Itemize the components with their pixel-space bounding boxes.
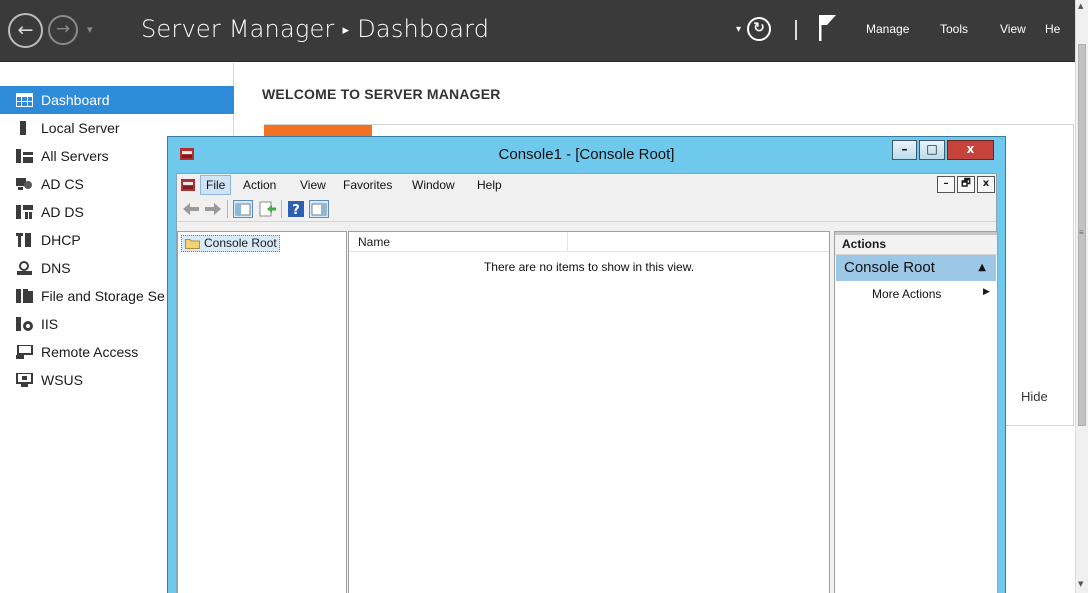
forward-icon[interactable] xyxy=(204,200,222,218)
sidebar-item-label: File and Storage Se xyxy=(41,288,165,304)
storage-icon xyxy=(16,289,33,303)
collapse-arrow-icon[interactable]: ▲ xyxy=(978,255,986,281)
submenu-arrow-icon[interactable]: ▶ xyxy=(983,287,990,297)
forward-arrow-icon[interactable]: → xyxy=(48,15,78,45)
sidebar-item-label: All Servers xyxy=(41,148,109,164)
maximize-button[interactable]: □ xyxy=(919,140,945,160)
child-restore-button[interactable]: 🗗 xyxy=(957,176,975,193)
scroll-down-arrow-icon[interactable]: ▼ xyxy=(1078,580,1083,588)
close-button[interactable]: x xyxy=(947,140,994,160)
sidebar-item-label: Local Server xyxy=(41,120,120,136)
child-window-controls: – 🗗 x xyxy=(937,176,997,194)
console-results-pane[interactable]: Name There are no items to show in this … xyxy=(348,231,830,593)
export-list-icon[interactable] xyxy=(259,200,277,218)
sidebar-item-label: DHCP xyxy=(41,232,81,248)
refresh-dropdown-icon[interactable]: ▾ xyxy=(736,24,741,35)
menu-favorites[interactable]: Favorites xyxy=(343,178,392,192)
list-header: Name xyxy=(349,232,829,252)
menu-view[interactable]: View xyxy=(1000,22,1026,36)
column-header-name[interactable]: Name xyxy=(349,232,568,252)
back-arrow-icon[interactable]: ← xyxy=(8,13,43,48)
child-close-button[interactable]: x xyxy=(977,176,995,193)
minimize-button[interactable]: – xyxy=(892,140,917,160)
menu-action[interactable]: Action xyxy=(243,178,276,192)
menu-window[interactable]: Window xyxy=(412,178,455,192)
dhcp-icon xyxy=(16,233,31,247)
dns-icon xyxy=(17,261,32,275)
scrollbar-grip-icon: ≡ xyxy=(1079,228,1084,237)
refresh-dropdown-glyph: ▾ xyxy=(736,24,742,35)
console-menubar: File Action View Favorites Window Help –… xyxy=(177,174,996,196)
refresh-icon[interactable]: ↻ xyxy=(747,17,771,41)
dashboard-grid-icon xyxy=(16,93,33,107)
page-scrollbar[interactable]: ▲ ≡ ▼ xyxy=(1075,0,1088,593)
refresh-glyph: ↻ xyxy=(753,20,765,36)
console-toolbar: ? xyxy=(177,196,996,222)
server-icon xyxy=(20,121,26,135)
help-icon[interactable]: ? xyxy=(287,200,305,218)
menu-manage[interactable]: Manage xyxy=(866,22,909,36)
console-title: Console1 - [Console Root] xyxy=(498,146,675,163)
more-actions-item[interactable]: More Actions xyxy=(872,287,941,301)
history-dropdown-glyph: ▾ xyxy=(87,23,93,36)
breadcrumb-server-manager[interactable]: Server Manager xyxy=(141,15,335,43)
menu-help[interactable]: He xyxy=(1045,22,1060,36)
tree-node-label: Console Root xyxy=(204,236,277,250)
forward-glyph: → xyxy=(55,19,71,39)
console-window: Console1 - [Console Root] – □ x File Act… xyxy=(167,136,1006,593)
sidebar-item-label: Dashboard xyxy=(41,92,110,108)
header-divider xyxy=(795,20,797,40)
iis-icon xyxy=(16,317,33,331)
directory-services-icon xyxy=(16,205,33,219)
actions-pane: Actions Console Root ▲ More Actions ▶ xyxy=(834,231,998,593)
sidebar-item-label: AD DS xyxy=(41,204,84,220)
menu-file[interactable]: File xyxy=(200,175,232,195)
menu-help[interactable]: Help xyxy=(477,178,502,192)
console-tree-pane[interactable]: Console Root xyxy=(177,231,347,593)
sidebar-item-label: Remote Access xyxy=(41,344,139,360)
scroll-up-arrow-icon[interactable]: ▲ xyxy=(1078,2,1083,10)
notifications-flag-icon[interactable] xyxy=(818,14,838,42)
tree-node-console-root[interactable]: Console Root xyxy=(181,235,280,252)
server-manager-header: ← → ▾ Server Manager ▸ Dashboard ▾ ↻ Manag… xyxy=(0,0,1088,62)
breadcrumb-dashboard: Dashboard xyxy=(357,15,490,43)
remote-access-icon xyxy=(16,345,33,359)
servers-icon xyxy=(16,149,33,163)
toolbar-separator xyxy=(227,200,228,218)
actions-group-label: Console Root xyxy=(844,259,935,276)
actions-group-console-root[interactable]: Console Root ▲ xyxy=(836,255,996,281)
empty-list-message: There are no items to show in this view. xyxy=(483,260,695,274)
back-glyph: ← xyxy=(17,19,34,41)
svg-text:?: ? xyxy=(292,203,300,218)
show-action-pane-icon[interactable] xyxy=(309,200,329,218)
hide-link[interactable]: Hide xyxy=(1021,389,1048,404)
console-titlebar[interactable]: Console1 - [Console Root] – □ x xyxy=(168,137,1005,173)
sidebar-item-label: DNS xyxy=(41,260,71,276)
sidebar-item-label: IIS xyxy=(41,316,59,332)
breadcrumb-separator-icon: ▸ xyxy=(342,23,350,38)
folder-icon xyxy=(185,239,200,249)
sidebar-item-dashboard[interactable]: Dashboard xyxy=(0,86,234,114)
back-icon[interactable] xyxy=(182,200,200,218)
console-system-menu-icon[interactable] xyxy=(180,177,196,193)
breadcrumb: Server Manager ▸ Dashboard xyxy=(141,15,489,43)
toolbar-separator xyxy=(281,200,282,218)
sidebar-item-label: AD CS xyxy=(41,176,84,192)
actions-pane-title: Actions xyxy=(835,232,997,255)
history-dropdown-icon[interactable]: ▾ xyxy=(87,23,93,36)
child-minimize-button[interactable]: – xyxy=(937,176,955,193)
menu-view[interactable]: View xyxy=(300,178,326,192)
menu-tools[interactable]: Tools xyxy=(940,22,968,36)
wsus-icon xyxy=(16,373,33,387)
console-body: File Action View Favorites Window Help –… xyxy=(176,173,998,593)
certificate-services-icon xyxy=(16,178,32,190)
sidebar-item-label: WSUS xyxy=(41,372,83,388)
welcome-title: WELCOME TO SERVER MANAGER xyxy=(262,86,501,102)
show-hide-tree-icon[interactable] xyxy=(233,200,253,218)
